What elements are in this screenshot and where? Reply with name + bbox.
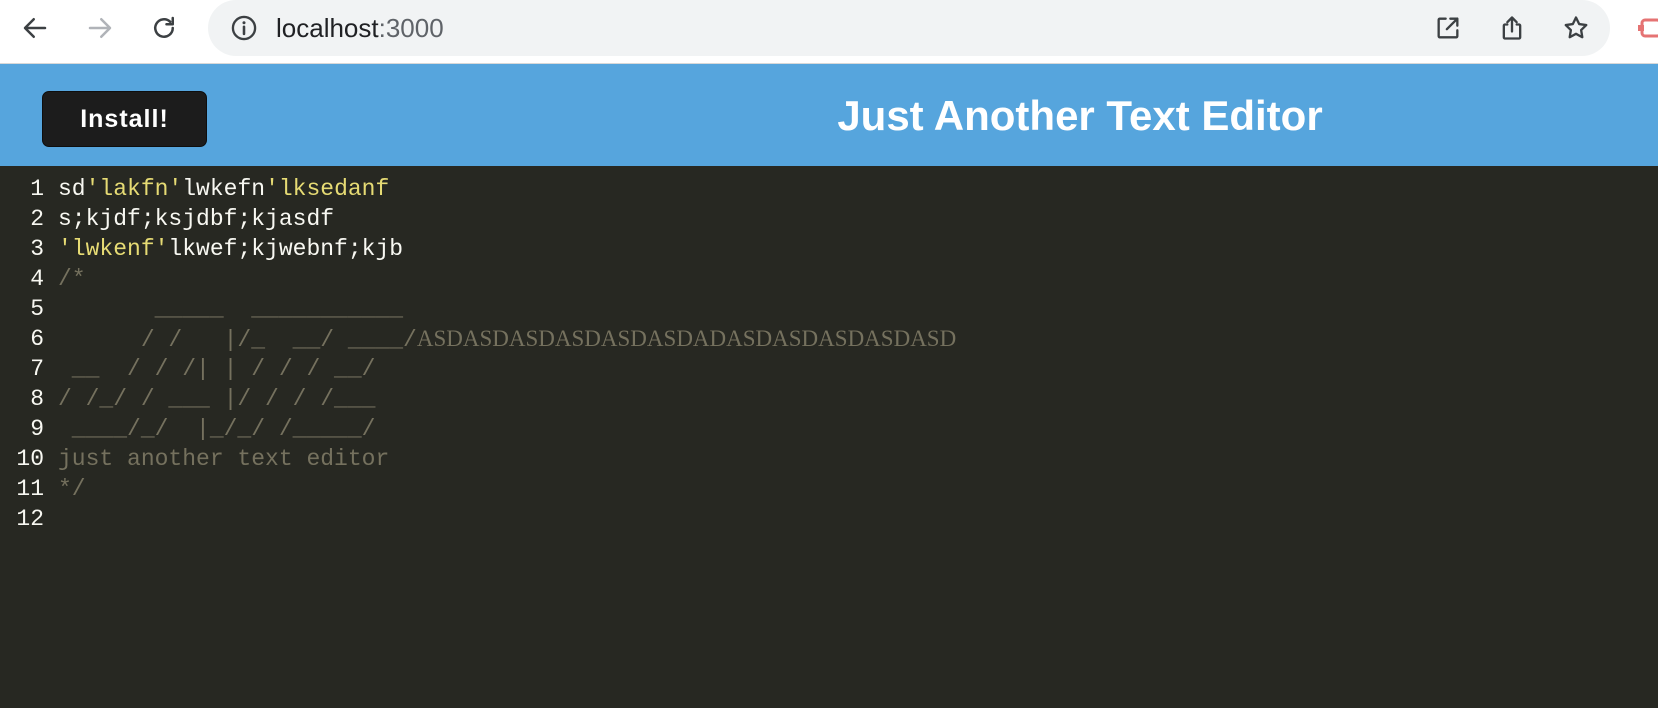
editor-line[interactable]: 4 /* <box>0 264 1658 294</box>
forward-button[interactable] <box>82 10 118 46</box>
code-token: / / |/_ __/ ____/ <box>58 327 417 353</box>
info-icon <box>231 15 257 41</box>
line-number: 9 <box>30 416 44 442</box>
line-content: just another text editor <box>58 444 389 474</box>
line-number: 11 <box>16 476 44 502</box>
line-content: /* <box>58 264 86 294</box>
page-title: Just Another Text Editor <box>837 92 1323 139</box>
code-token: / /_/ / ___ |/ / / /___ <box>58 386 376 412</box>
line-content: sd'lakfn'lwkefn'lksedanf <box>58 174 389 204</box>
editor-line[interactable]: 2 s;kjdf;ksjdbf;kjasdf <box>0 204 1658 234</box>
code-token: ASDASDASDASDASDASDADASDASDASDASDASD <box>416 326 957 351</box>
line-number: 3 <box>30 236 44 262</box>
code-token: lwkefn <box>182 176 266 202</box>
star-icon <box>1564 16 1588 39</box>
line-content: ____/_/ |_/_/ /_____/ <box>58 414 376 444</box>
code-token: just another text editor <box>58 446 390 472</box>
line-number: 5 <box>30 296 44 322</box>
code-token: 'lakfn' <box>85 176 183 202</box>
arrow-left-icon <box>23 18 47 38</box>
code-token: */ <box>58 476 86 502</box>
line-number: 6 <box>30 326 44 352</box>
code-token: lkwef;kjwebnf;kjb <box>168 236 404 262</box>
share-icon <box>1502 16 1522 40</box>
editor-line[interactable]: 9 ____/_/ |_/_/ /_____/ <box>0 414 1658 444</box>
code-token: /* <box>58 266 86 292</box>
line-number: 12 <box>16 506 44 532</box>
extension-button[interactable] <box>1636 14 1658 42</box>
line-content: / /_/ / ___ |/ / / /___ <box>58 384 375 414</box>
editor-line[interactable]: 11 */ <box>0 474 1658 504</box>
code-token: sd <box>58 176 86 202</box>
line-content: */ <box>58 474 86 504</box>
bookmark-button[interactable] <box>1560 12 1592 44</box>
code-editor[interactable]: 1 sd'lakfn'lwkefn'lksedanf 2 s;kjdf;ksjdbf;… <box>0 166 1658 708</box>
line-number: 7 <box>30 356 44 382</box>
editor-line[interactable]: 3 'lwkenf'lkwef;kjwebnf;kjb <box>0 234 1658 264</box>
reload-icon <box>154 16 174 38</box>
line-content: _____ ___________ <box>58 294 403 324</box>
line-number: 2 <box>30 206 44 232</box>
editor-line[interactable]: 8 / /_/ / ___ |/ / / /___ <box>0 384 1658 414</box>
code-token: _____ ___________ <box>58 296 404 322</box>
site-info-button[interactable] <box>230 14 258 42</box>
code-token: __ / / /| | / / / __/ <box>58 356 376 382</box>
line-number: 1 <box>30 176 44 202</box>
line-content: s;kjdf;ksjdbf;kjasdf <box>58 204 334 234</box>
code-token: ____/_/ |_/_/ /_____/ <box>58 416 376 442</box>
line-content: 'lwkenf'lkwef;kjwebnf;kjb <box>58 234 403 264</box>
reload-button[interactable] <box>146 10 182 46</box>
editor-line[interactable]: 7 __ / / /| | / / / __/ <box>0 354 1658 384</box>
code-token: s;kjdf;ksjdbf;kjasdf <box>58 206 335 232</box>
line-number: 8 <box>30 386 44 412</box>
editor-line[interactable]: 10 just another text editor <box>0 444 1658 474</box>
address-bar[interactable]: localhost:3000 <box>208 0 1610 56</box>
url-host: localhost <box>276 13 379 43</box>
arrow-right-icon <box>88 18 112 38</box>
open-external-button[interactable] <box>1432 12 1464 44</box>
editor-line[interactable]: 5 _____ ___________ <box>0 294 1658 324</box>
line-number: 10 <box>16 446 44 472</box>
back-button[interactable] <box>17 10 53 46</box>
app-header: Install! Just Another Text Editor <box>0 64 1658 166</box>
code-token: 'lksedanf <box>265 176 390 202</box>
share-button[interactable] <box>1496 12 1528 44</box>
browser-toolbar: localhost:3000 <box>0 0 1658 64</box>
url-port: :3000 <box>378 13 444 43</box>
line-content: __ / / /| | / / / __/ <box>58 354 376 384</box>
line-content: / / |/_ __/ ____/ASDASDASDASDASDASDADASD… <box>58 324 956 355</box>
install-button[interactable]: Install! <box>42 91 207 147</box>
code-token: 'lwkenf' <box>58 236 169 262</box>
open-external-icon <box>1437 17 1459 39</box>
editor-line[interactable]: 12 <box>0 504 1658 534</box>
editor-line[interactable]: 6 / / |/_ __/ ____/ASDASDASDASDASDASDADA… <box>0 324 1658 354</box>
extension-icon <box>1638 18 1658 38</box>
line-number: 4 <box>30 266 44 292</box>
url-text: localhost:3000 <box>276 12 444 44</box>
editor-line[interactable]: 1 sd'lakfn'lwkefn'lksedanf <box>0 174 1658 204</box>
